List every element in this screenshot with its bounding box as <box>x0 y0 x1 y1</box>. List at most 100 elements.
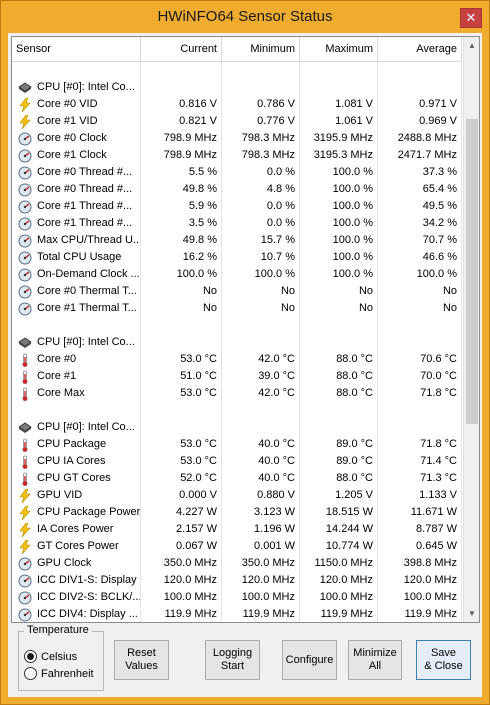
fahrenheit-radio-icon[interactable] <box>24 667 37 680</box>
sensor-row[interactable]: Core #0 VID 0.816 V 0.786 V 1.081 V 0.971 V <box>12 96 462 113</box>
configure-button[interactable]: Configure <box>282 640 337 680</box>
sensor-row[interactable]: Total CPU Usage 16.2 % 10.7 % 100.0 % 46.6 % <box>12 249 462 266</box>
minimum-value: 39.0 °C <box>222 368 300 385</box>
sensor-group-row[interactable]: CPU [#0]: Intel Co... <box>12 79 462 96</box>
average-value <box>378 317 462 334</box>
minimum-value: 798.3 MHz <box>222 130 300 147</box>
minimum-value: 120.0 MHz <box>222 572 300 589</box>
sensor-row[interactable]: Core #0 Clock 798.9 MHz 798.3 MHz 3195.9 MH… <box>12 130 462 147</box>
reset-values-button[interactable]: Reset Values <box>114 640 169 680</box>
sensor-name: GT Cores Power <box>37 540 119 552</box>
voltage-bolt-icon <box>18 505 32 520</box>
sensor-row[interactable]: Core #1 Thread #... 5.9 % 0.0 % 100.0 % 49.5… <box>12 198 462 215</box>
current-value <box>141 317 222 334</box>
sensor-name-cell: Core #1 <box>12 368 141 385</box>
sensor-row[interactable]: CPU IA Cores 53.0 °C 40.0 °C 89.0 °C 71.4 °C <box>12 453 462 470</box>
current-value: 100.0 % <box>141 266 222 283</box>
title-bar[interactable]: HWiNFO64 Sensor Status ✕ <box>1 1 489 33</box>
sensor-name-cell: Core #1 VID <box>12 113 141 130</box>
sensor-name: CPU GT Cores <box>37 472 111 484</box>
column-header-sensor[interactable]: Sensor <box>12 37 141 61</box>
sensor-row[interactable]: ICC DIV4: Display ... 119.9 MHz 119.9 MHz 1… <box>12 606 462 622</box>
thermometer-icon <box>18 387 32 401</box>
maximum-value: No <box>300 300 378 317</box>
sensor-row[interactable]: Core Max 53.0 °C 42.0 °C 88.0 °C 71.8 °C <box>12 385 462 402</box>
column-header-average[interactable]: Average <box>378 37 462 61</box>
table-header: Sensor Current Minimum Maximum Average <box>12 37 462 62</box>
sensor-name: Total CPU Usage <box>37 251 122 263</box>
column-header-minimum[interactable]: Minimum <box>222 37 300 61</box>
current-value: 0.000 V <box>141 487 222 504</box>
sensor-row[interactable]: Core #0 Thread #... 49.8 % 4.8 % 100.0 % 65.… <box>12 181 462 198</box>
average-value: 0.971 V <box>378 96 462 113</box>
sensor-row[interactable]: Core #1 Thermal T... No No No No <box>12 300 462 317</box>
sensor-name-cell: Core #0 Clock <box>12 130 141 147</box>
column-header-maximum[interactable]: Maximum <box>300 37 378 61</box>
vertical-scrollbar[interactable]: ▲ ▼ <box>463 37 479 622</box>
sensor-row[interactable]: Max CPU/Thread U... 49.8 % 15.7 % 100.0 % 70… <box>12 232 462 249</box>
current-value: No <box>141 300 222 317</box>
sensor-group-row[interactable]: CPU [#0]: Intel Co... <box>12 334 462 351</box>
sensor-name-cell: CPU IA Cores <box>12 453 141 470</box>
minimum-value: 100.0 % <box>222 266 300 283</box>
maximum-value: 3195.3 MHz <box>300 147 378 164</box>
sensor-row[interactable]: Core #1 51.0 °C 39.0 °C 88.0 °C 70.0 °C <box>12 368 462 385</box>
celsius-radio-icon[interactable] <box>24 650 37 663</box>
save-close-button[interactable]: Save & Close <box>416 640 471 680</box>
gauge-icon <box>18 132 32 146</box>
maximum-value <box>300 334 378 351</box>
close-button[interactable]: ✕ <box>460 8 482 28</box>
maximum-value: 100.0 % <box>300 164 378 181</box>
scroll-up-arrow-icon[interactable]: ▲ <box>464 37 479 54</box>
maximum-value: 100.0 MHz <box>300 589 378 606</box>
gauge-icon <box>18 251 32 265</box>
minimize-all-button[interactable]: Minimize All <box>348 640 402 680</box>
sensor-name-cell: CPU [#0]: Intel Co... <box>12 79 141 96</box>
sensor-row[interactable]: Core #0 53.0 °C 42.0 °C 88.0 °C 70.6 °C <box>12 351 462 368</box>
sensor-name: Core #0 VID <box>37 98 98 110</box>
column-header-current[interactable]: Current <box>141 37 222 61</box>
sensor-row[interactable]: ICC DIV2-S: BCLK/... 100.0 MHz 100.0 MHz 10… <box>12 589 462 606</box>
sensor-row[interactable]: ICC DIV1-S: Display 120.0 MHz 120.0 MHz 120… <box>12 572 462 589</box>
scroll-down-arrow-icon[interactable]: ▼ <box>464 605 479 622</box>
minimum-value <box>222 419 300 436</box>
thermometer-icon <box>18 438 32 452</box>
current-value <box>141 62 222 79</box>
current-value: 49.8 % <box>141 232 222 249</box>
sensor-row[interactable]: Core #0 Thread #... 5.5 % 0.0 % 100.0 % 37.3… <box>12 164 462 181</box>
sensor-group-row[interactable]: CPU [#0]: Intel Co... <box>12 419 462 436</box>
minimum-value: 4.8 % <box>222 181 300 198</box>
sensor-name-cell: ICC DIV4: Display ... <box>12 606 141 622</box>
maximum-value: 100.0 % <box>300 266 378 283</box>
average-value <box>378 62 462 79</box>
sensor-row[interactable]: Core #1 VID 0.821 V 0.776 V 1.061 V 0.969 V <box>12 113 462 130</box>
sensor-row[interactable]: IA Cores Power 2.157 W 1.196 W 14.244 W 8.78… <box>12 521 462 538</box>
average-value: 2488.8 MHz <box>378 130 462 147</box>
spacer-row <box>12 317 462 334</box>
sensor-row[interactable]: Core #0 Thermal T... No No No No <box>12 283 462 300</box>
sensor-row[interactable]: CPU Package 53.0 °C 40.0 °C 89.0 °C 71.8 °C <box>12 436 462 453</box>
sensor-name: Core #0 Thread #... <box>37 183 133 195</box>
average-value: 71.8 °C <box>378 436 462 453</box>
sensor-row[interactable]: Core #1 Thread #... 3.5 % 0.0 % 100.0 % 34.2… <box>12 215 462 232</box>
average-value: 46.6 % <box>378 249 462 266</box>
current-value: 4.227 W <box>141 504 222 521</box>
minimum-value: 0.0 % <box>222 164 300 181</box>
fahrenheit-radio[interactable]: Fahrenheit <box>24 667 94 680</box>
sensor-row[interactable]: GPU VID 0.000 V 0.880 V 1.205 V 1.133 V <box>12 487 462 504</box>
sensor-row[interactable]: On-Demand Clock ... 100.0 % 100.0 % 100.0 %… <box>12 266 462 283</box>
average-value <box>378 419 462 436</box>
sensor-row[interactable]: GT Cores Power 0.067 W 0.001 W 10.774 W 0.64… <box>12 538 462 555</box>
sensor-name-cell: Core #0 Thread #... <box>12 164 141 181</box>
sensor-row[interactable]: CPU GT Cores 52.0 °C 40.0 °C 88.0 °C 71.3 °C <box>12 470 462 487</box>
logging-start-button[interactable]: Logging Start <box>205 640 260 680</box>
maximum-value <box>300 79 378 96</box>
sensor-name: Core #0 Thread #... <box>37 166 133 178</box>
scrollbar-thumb[interactable] <box>466 119 478 424</box>
celsius-radio[interactable]: Celsius <box>24 650 77 663</box>
temperature-group: Temperature Celsius Fahrenheit <box>18 624 104 691</box>
maximum-value: 1.081 V <box>300 96 378 113</box>
sensor-row[interactable]: GPU Clock 350.0 MHz 350.0 MHz 1150.0 MHz 398… <box>12 555 462 572</box>
sensor-row[interactable]: CPU Package Power 4.227 W 3.123 W 18.515 W1… <box>12 504 462 521</box>
sensor-row[interactable]: Core #1 Clock 798.9 MHz 798.3 MHz 3195.3 MH… <box>12 147 462 164</box>
